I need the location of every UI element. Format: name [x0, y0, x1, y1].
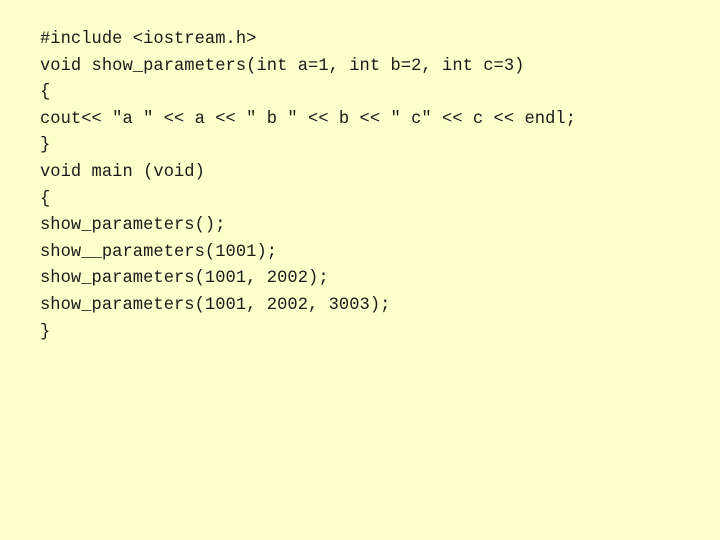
- code-line: }: [40, 322, 51, 342]
- code-line: show_parameters();: [40, 216, 226, 236]
- code-line: void main (void): [40, 162, 205, 182]
- code-line: {: [40, 83, 51, 103]
- code-line: cout<< "a " << a << " b " << b << " c" <…: [40, 109, 577, 129]
- code-line: show__parameters(1001);: [40, 242, 278, 262]
- code-line: #include <iostream.h>: [40, 30, 257, 49]
- code-line: void show_parameters(int a=1, int b=2, i…: [40, 56, 525, 76]
- code-line: show_parameters(1001, 2002, 3003);: [40, 295, 391, 315]
- code-line: {: [40, 189, 51, 209]
- code-block: #include <iostream.h> void show_paramete…: [40, 27, 705, 346]
- code-slide: #include <iostream.h> void show_paramete…: [0, 0, 720, 540]
- code-line: }: [40, 136, 51, 156]
- code-line: show_parameters(1001, 2002);: [40, 269, 329, 289]
